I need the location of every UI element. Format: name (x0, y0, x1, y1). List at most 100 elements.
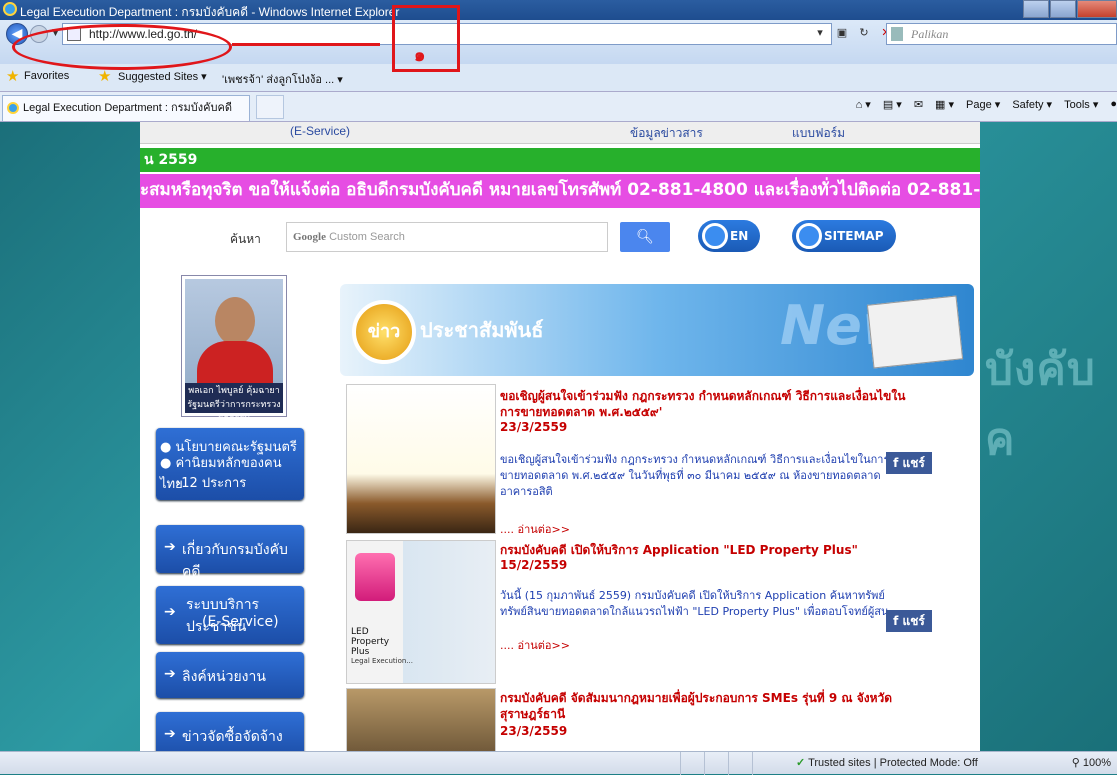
background-watermark: บังคับค (985, 344, 1096, 465)
new-tab-button[interactable] (256, 95, 284, 119)
compatibility-icon[interactable]: ▣ (834, 25, 850, 41)
side-menu-label: ลิงค์หน่วยงาน (182, 669, 266, 685)
site-search-row: ค้นหา Google Custom Search 🔍︎ EN SITEMAP (140, 220, 980, 256)
favorites-button[interactable]: Favorites (24, 70, 69, 82)
sitemap-button[interactable]: SITEMAP (792, 220, 896, 252)
news-title[interactable]: กรมบังคับคดี จัดสัมมนากฎหมายเพื่อผู้ประก… (500, 690, 920, 722)
search-box-value: Palikan (911, 27, 949, 41)
security-zone[interactable]: ✓ Trusted sites | Protected Mode: Off (796, 756, 978, 769)
share-label: แชร์ (902, 614, 925, 628)
english-label: EN (730, 229, 749, 243)
refresh-icon[interactable]: ↻ (856, 25, 872, 41)
window-title-bar: Legal Execution Department : กรมบังคับคด… (0, 0, 1117, 20)
portrait-title: รัฐมนตรีว่าการกระทรวงยุติธรรม (187, 400, 281, 424)
news-item: LED Property Plus Legal Execution... กรม… (346, 540, 916, 684)
side-menu-label: เกี่ยวกับกรมบังคับคดี (182, 542, 288, 580)
address-dropdown-icon[interactable]: ▾ (812, 25, 828, 41)
news-date: 15/2/2559 (500, 558, 568, 572)
arrow-right-icon: ➔ (164, 666, 176, 682)
home-circle-icon (796, 223, 822, 249)
news-date: 23/3/2559 (500, 724, 568, 738)
share-label: แชร์ (902, 456, 925, 470)
led-app-icon (355, 553, 395, 601)
news-item: กรมบังคับคดี จัดสัมมนากฎหมายเพื่อผู้ประก… (346, 688, 916, 751)
tools-menu[interactable]: Tools ▾ (1064, 98, 1098, 111)
suggested-sites-link[interactable]: Suggested Sites ▾ (118, 70, 207, 83)
close-window-button[interactable] (1077, 0, 1117, 18)
minimize-button[interactable] (1023, 0, 1049, 18)
favorite-link[interactable]: 'เพชรจ้า' ส่งลูกโป่งง้อ ... ▾ (222, 70, 343, 88)
read-more-link[interactable]: .... อ่านต่อ>> (500, 520, 570, 538)
side-menu-label: (E-Service) (202, 614, 279, 630)
green-banner: น 2559 (140, 148, 980, 172)
news-title[interactable]: กรมบังคับคดี เปิดให้บริการ Application "… (500, 542, 920, 558)
side-menu-links[interactable]: ➔ ลิงค์หน่วยงาน (156, 652, 304, 698)
news-item: ขอเชิญผู้สนใจเข้าร่วมฟัง กฎกระทรวง กำหนด… (346, 384, 916, 536)
minister-portrait[interactable]: พลเอก ไพบูลย์ คุ้มฉายา รัฐมนตรีว่าการกระ… (182, 276, 286, 424)
facebook-share-button[interactable]: f แชร์ (886, 452, 932, 474)
search-provider-icon (891, 27, 903, 41)
maximize-button[interactable] (1050, 0, 1076, 18)
read-more-link[interactable]: .... อ่านต่อ>> (500, 636, 570, 654)
side-menu-label: ข่าวจัดซื้อจัดจ้าง (182, 729, 283, 745)
news-title[interactable]: ขอเชิญผู้สนใจเข้าร่วมฟัง กฎกระทรวง กำหนด… (500, 388, 910, 420)
address-buttons: ▾ ▣ ↻ ✕ (812, 25, 894, 41)
news-badge-icon: ข่าว (352, 300, 416, 364)
portrait-face (215, 297, 255, 345)
ie-tab-icon (7, 102, 19, 114)
page-menu[interactable]: Page ▾ (966, 98, 1000, 111)
tab-led[interactable]: Legal Execution Department : กรมบังคับคด… (2, 95, 250, 121)
tab-bar: Legal Execution Department : กรมบังคับคด… (0, 92, 1117, 122)
google-brand: Google (293, 231, 326, 243)
home-icon[interactable]: ⌂ ▾ (856, 98, 871, 111)
side-menu-eservice[interactable]: ➔ ระบบบริการประชาชน (E-Service) (156, 586, 304, 644)
english-button[interactable]: EN (698, 220, 761, 252)
arrow-right-icon: ➔ (164, 726, 176, 742)
mail-icon[interactable]: ✉ (914, 98, 923, 111)
annotation-number: ๑ (414, 45, 426, 66)
side-menu-about[interactable]: ➔ เกี่ยวกับกรมบังคับคดี (156, 525, 304, 580)
zoom-level: 100% (1082, 757, 1111, 769)
tab-label: Legal Execution Department : กรมบังคับคด… (23, 102, 232, 114)
facebook-icon: f (893, 456, 903, 470)
topnav-forms[interactable]: แบบฟอร์ม (792, 124, 845, 143)
favorites-bar: ★ Favorites ★ Suggested Sites ▾ 'เพชรจ้า… (0, 64, 1117, 92)
favorites-star-icon[interactable]: ★ (6, 67, 19, 85)
ie-logo-icon (3, 2, 17, 16)
status-bar: ✓ Trusted sites | Protected Mode: Off ⚲ … (0, 751, 1117, 775)
feeds-icon[interactable]: ▤ ▾ (883, 98, 902, 111)
site-search-input[interactable]: Google Custom Search (286, 222, 608, 252)
news-thumbnail[interactable] (346, 384, 496, 534)
site-search-button[interactable]: 🔍︎ (620, 222, 670, 252)
zoom-control[interactable]: ⚲ 100% (1072, 756, 1111, 769)
search-box[interactable]: Palikan (886, 23, 1117, 45)
portrait-caption: พลเอก ไพบูลย์ คุ้มฉายา รัฐมนตรีว่าการกระ… (185, 383, 283, 424)
news-banner-title: ประชาสัมพันธ์ (420, 318, 544, 342)
thumb-caption: LED Property Plus (351, 627, 390, 657)
news-date: 23/3/2559 (500, 420, 568, 434)
sitemap-label: SITEMAP (824, 229, 884, 243)
news-body: วันนี้ (15 กุมภาพันธ์ 2559) กรมบังคับคดี… (500, 589, 889, 618)
news-body: ขอเชิญผู้สนใจเข้าร่วมฟัง กฎกระทรวง กำหนด… (500, 453, 890, 498)
search-label: ค้นหา (230, 232, 261, 246)
annotation-box (392, 5, 460, 72)
home-circle-icon (702, 223, 728, 249)
side-menu-policy[interactable]: ● นโยบายคณะรัฐมนตรี ● ค่านิยมหลักของคนไท… (156, 428, 304, 500)
topnav-info[interactable]: ข้อมูลข่าวสาร (630, 124, 703, 143)
news-banner: ข่าว ประชาสัมพันธ์ New (340, 284, 974, 376)
newspaper-icon (866, 295, 964, 369)
facebook-share-button[interactable]: f แชร์ (886, 610, 932, 632)
news-thumbnail[interactable] (346, 688, 496, 751)
annotation-ellipse (12, 24, 232, 70)
print-icon[interactable]: ▦ ▾ (935, 98, 954, 111)
side-menu-procurement[interactable]: ➔ ข่าวจัดซื้อจัดจ้าง (156, 712, 304, 751)
site-top-nav: (E-Service) ข้อมูลข่าวสาร แบบฟอร์ม (140, 122, 980, 144)
arrow-right-icon: ➔ (164, 539, 176, 555)
safety-menu[interactable]: Safety ▾ (1012, 98, 1052, 111)
help-icon[interactable]: ● (1110, 98, 1117, 111)
topnav-eservice[interactable]: (E-Service) (290, 124, 350, 138)
news-thumbnail[interactable]: LED Property Plus Legal Execution... (346, 540, 496, 684)
window-controls (1022, 0, 1117, 20)
checkmark-icon: ✓ (796, 757, 806, 769)
announcement-marquee: ะสมหรือทุจริต ขอให้แจ้งต่อ อธิบดีกรมบังค… (140, 174, 980, 208)
